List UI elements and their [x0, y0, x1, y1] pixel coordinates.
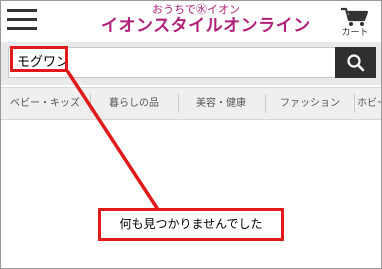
cart-icon [341, 7, 369, 26]
category-tab-fashion[interactable]: ファッション [266, 88, 354, 119]
site-logo[interactable]: おうちで㊌イオン イオンスタイルオンライン [101, 3, 311, 40]
cart-button[interactable]: カート [337, 7, 373, 39]
hamburger-bar [7, 27, 37, 30]
cart-label: カート [341, 28, 369, 38]
hamburger-bar [7, 18, 37, 21]
logo-title: イオンスタイルオンライン [101, 16, 311, 36]
category-nav: ベビー・キッズ 暮らしの品 美容・健康 ファッション ホビー [1, 87, 381, 120]
hamburger-menu-icon[interactable] [7, 9, 37, 31]
category-tab-baby-kids[interactable]: ベビー・キッズ [3, 88, 87, 119]
category-tab-living[interactable]: 暮らしの品 [91, 88, 177, 119]
header: おうちで㊌イオン イオンスタイルオンライン カート [1, 1, 381, 42]
hamburger-bar [7, 9, 37, 12]
category-tab-beauty-health[interactable]: 美容・健康 [179, 88, 263, 119]
search-bar [1, 42, 381, 85]
annotation-message: 何も見つかりませんでした [98, 208, 284, 241]
category-tab-hobby[interactable]: ホビー [357, 88, 381, 119]
search-input[interactable] [8, 47, 335, 78]
search-button[interactable] [335, 47, 376, 78]
search-icon [346, 53, 364, 71]
category-divider [354, 94, 355, 113]
logo-tagline: おうちで㊌イオン [152, 3, 240, 16]
